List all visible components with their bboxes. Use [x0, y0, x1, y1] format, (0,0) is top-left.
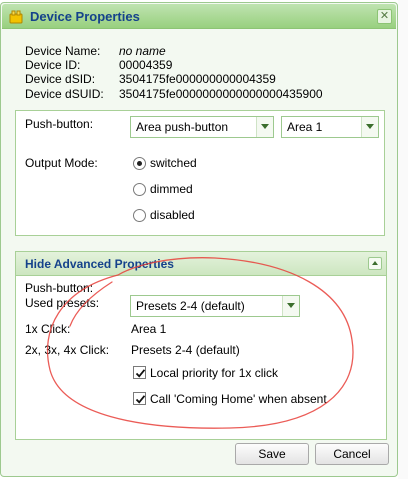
coming-home-checkbox[interactable] — [133, 392, 146, 405]
dialog-titlebar[interactable]: Device Properties ✕ — [2, 4, 396, 29]
area-select-value: Area 1 — [287, 120, 323, 134]
mode-dimmed-radio[interactable] — [133, 183, 146, 196]
used-presets-select[interactable]: Presets 2-4 (default) — [130, 295, 300, 317]
push-button-type-select[interactable]: Area push-button — [130, 116, 274, 138]
device-name-value: no name — [119, 44, 166, 58]
check-icon — [135, 369, 146, 378]
advanced-properties-header[interactable]: Hide Advanced Properties — [16, 252, 386, 276]
mode-disabled-label[interactable]: disabled — [150, 208, 195, 222]
area-select[interactable]: Area 1 — [281, 116, 379, 138]
background-strip — [398, 0, 408, 479]
check-icon — [135, 395, 146, 404]
advanced-properties-section: Hide Advanced Properties Push-button: Us… — [15, 251, 387, 440]
device-name-label: Device Name: — [25, 44, 101, 58]
device-dsuid-value: 3504175fe0000000000000000435900 — [119, 87, 323, 101]
device-properties-dialog: Device Properties ✕ Device Name: no name… — [0, 2, 398, 477]
device-dsid-value: 3504175fe000000000004359 — [119, 72, 276, 86]
advanced-properties-title[interactable]: Hide Advanced Properties — [25, 257, 174, 271]
adv-push-button-label: Push-button: — [25, 281, 94, 295]
mode-switched-label[interactable]: switched — [150, 156, 197, 170]
push-button-type-value: Area push-button — [136, 120, 229, 134]
device-id-value: 00004359 — [119, 58, 173, 72]
clickN-label: 2x, 3x, 4x Click: — [25, 343, 110, 357]
chevron-down-icon[interactable] — [282, 296, 299, 316]
device-dsid-label: Device dSID: — [25, 72, 96, 86]
used-presets-value: Presets 2-4 (default) — [136, 299, 245, 313]
device-info-section: Device Name: no name Device ID: 00004359… — [15, 38, 385, 108]
device-dsuid-label: Device dSUID: — [25, 87, 104, 101]
mode-dimmed-label[interactable]: dimmed — [150, 182, 193, 196]
coming-home-label[interactable]: Call 'Coming Home' when absent — [150, 392, 327, 406]
push-button-label: Push-button: — [25, 117, 94, 131]
click1-label: 1x Click: — [25, 322, 71, 336]
local-priority-label[interactable]: Local priority for 1x click — [150, 366, 278, 380]
save-button[interactable]: Save — [235, 443, 309, 465]
used-presets-label: Used presets: — [25, 296, 100, 310]
chevron-down-icon[interactable] — [256, 117, 273, 137]
mode-disabled-radio[interactable] — [133, 209, 146, 222]
dialog-title: Device Properties — [30, 9, 140, 24]
close-icon[interactable]: ✕ — [377, 9, 392, 24]
cancel-button[interactable]: Cancel — [315, 443, 389, 465]
output-mode-label: Output Mode: — [25, 156, 98, 170]
mode-switched-radio[interactable] — [133, 157, 146, 170]
device-id-label: Device ID: — [25, 58, 81, 72]
local-priority-checkbox[interactable] — [133, 366, 146, 379]
clickN-value: Presets 2-4 (default) — [131, 343, 240, 357]
device-icon — [9, 10, 23, 24]
push-button-section: Push-button: Area push-button Area 1 Out… — [15, 110, 385, 236]
chevron-down-icon[interactable] — [361, 117, 378, 137]
click1-value: Area 1 — [131, 322, 167, 336]
collapse-icon[interactable] — [368, 257, 382, 270]
